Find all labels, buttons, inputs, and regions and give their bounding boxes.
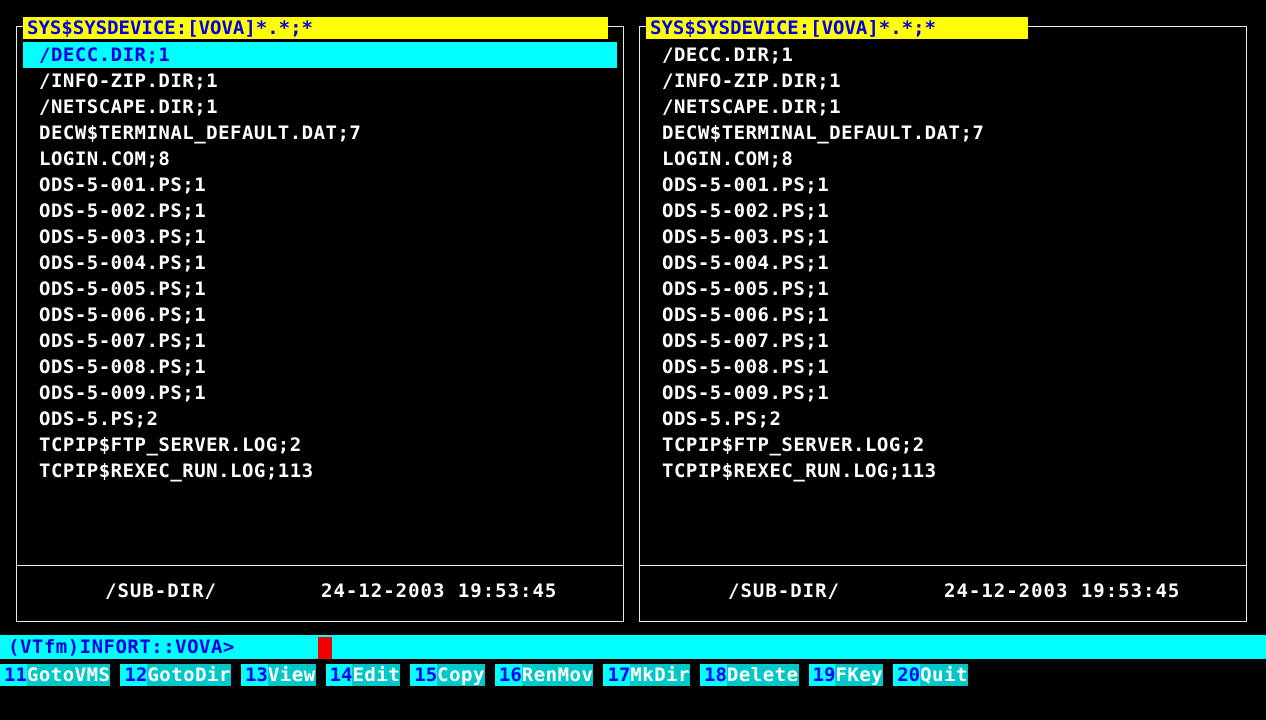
fkey-label: RenMov: [521, 664, 594, 686]
file-item[interactable]: ODS-5-002.PS;1: [646, 198, 1240, 224]
left-panel-path-title: SYS$SYSDEVICE:[VOVA]*.*;*: [23, 17, 608, 39]
file-item[interactable]: ODS-5-001.PS;1: [646, 172, 1240, 198]
text-cursor: [318, 637, 332, 659]
fkey-label: Copy: [437, 664, 485, 686]
file-item[interactable]: ODS-5-008.PS;1: [23, 354, 617, 380]
fkey-view-button[interactable]: 13 View: [240, 664, 316, 686]
fkey-fkey-button[interactable]: 19 FKey: [808, 664, 884, 686]
fkey-number: 15: [410, 664, 438, 686]
file-item[interactable]: ODS-5.PS;2: [646, 406, 1240, 432]
left-panel-status-bar: /SUB-DIR/ 24-12-2003 19:53:45: [17, 565, 623, 621]
fkey-number: 19: [808, 664, 836, 686]
fkey-gotodir-button[interactable]: 12 GotoDir: [120, 664, 231, 686]
fkey-number: 20: [893, 664, 921, 686]
file-item[interactable]: ODS-5.PS;2: [23, 406, 617, 432]
file-item[interactable]: ODS-5-006.PS;1: [23, 302, 617, 328]
left-file-panel: SYS$SYSDEVICE:[VOVA]*.*;* /DECC.DIR;1 /I…: [16, 17, 624, 622]
file-item[interactable]: /INFO-ZIP.DIR;1: [646, 68, 1240, 94]
file-item[interactable]: ODS-5-002.PS;1: [23, 198, 617, 224]
file-item[interactable]: TCPIP$REXEC_RUN.LOG;113: [646, 458, 1240, 484]
left-file-list: /DECC.DIR;1 /INFO-ZIP.DIR;1 /NETSCAPE.DI…: [23, 42, 617, 484]
fkey-label: Delete: [726, 664, 799, 686]
file-item[interactable]: TCPIP$FTP_SERVER.LOG;2: [646, 432, 1240, 458]
fkey-label: GotoDir: [147, 664, 231, 686]
function-key-bar: 11 GotoVMS 12 GotoDir 13 View 14 Edit 15…: [0, 664, 1266, 686]
file-item[interactable]: ODS-5-004.PS;1: [23, 250, 617, 276]
fkey-gotovms-button[interactable]: 11 GotoVMS: [0, 664, 111, 686]
file-item[interactable]: DECW$TERMINAL_DEFAULT.DAT;7: [646, 120, 1240, 146]
file-item[interactable]: LOGIN.COM;8: [23, 146, 617, 172]
command-prompt: (VTfm)INFORT::VOVA>: [8, 636, 235, 658]
file-item[interactable]: ODS-5-007.PS;1: [23, 328, 617, 354]
file-item[interactable]: ODS-5-005.PS;1: [646, 276, 1240, 302]
fkey-label: View: [267, 664, 316, 686]
fkey-number: 13: [240, 664, 268, 686]
file-item[interactable]: ODS-5-004.PS;1: [646, 250, 1240, 276]
selected-file-datetime: 24-12-2003 19:53:45: [321, 580, 558, 602]
file-item[interactable]: TCPIP$FTP_SERVER.LOG;2: [23, 432, 617, 458]
file-item[interactable]: /NETSCAPE.DIR;1: [646, 94, 1240, 120]
file-item[interactable]: ODS-5-003.PS;1: [646, 224, 1240, 250]
fkey-edit-button[interactable]: 14 Edit: [325, 664, 401, 686]
fkey-number: 11: [0, 664, 27, 686]
file-item[interactable]: ODS-5-009.PS;1: [23, 380, 617, 406]
fkey-number: 17: [603, 664, 631, 686]
fkey-label: Edit: [352, 664, 401, 686]
command-prompt-line[interactable]: (VTfm)INFORT::VOVA>: [0, 635, 1266, 659]
file-item[interactable]: /DECC.DIR;1: [23, 42, 617, 68]
fkey-number: 16: [494, 664, 522, 686]
fkey-mkdir-button[interactable]: 17 MkDir: [603, 664, 691, 686]
right-file-list: /DECC.DIR;1 /INFO-ZIP.DIR;1 /NETSCAPE.DI…: [646, 42, 1240, 484]
fkey-quit-button[interactable]: 20 Quit: [893, 664, 968, 686]
file-item[interactable]: /INFO-ZIP.DIR;1: [23, 68, 617, 94]
fkey-label: FKey: [835, 664, 884, 686]
fkey-label: Quit: [920, 664, 968, 686]
file-item[interactable]: ODS-5-003.PS;1: [23, 224, 617, 250]
file-item[interactable]: /NETSCAPE.DIR;1: [23, 94, 617, 120]
file-item[interactable]: /DECC.DIR;1: [646, 42, 1240, 68]
file-item[interactable]: ODS-5-005.PS;1: [23, 276, 617, 302]
right-panel-path-title: SYS$SYSDEVICE:[VOVA]*.*;*: [646, 17, 1028, 39]
fkey-label: GotoVMS: [26, 664, 111, 686]
selected-file-type: /SUB-DIR/: [105, 580, 217, 602]
fkey-number: 18: [700, 664, 727, 686]
file-item[interactable]: ODS-5-006.PS;1: [646, 302, 1240, 328]
file-item[interactable]: ODS-5-007.PS;1: [646, 328, 1240, 354]
fkey-delete-button[interactable]: 18 Delete: [700, 664, 799, 686]
selected-file-type: /SUB-DIR/: [728, 580, 840, 602]
file-item[interactable]: ODS-5-009.PS;1: [646, 380, 1240, 406]
selected-file-datetime: 24-12-2003 19:53:45: [944, 580, 1181, 602]
fkey-label: MkDir: [630, 664, 691, 686]
fkey-copy-button[interactable]: 15 Copy: [410, 664, 485, 686]
fkey-renmov-button[interactable]: 16 RenMov: [494, 664, 594, 686]
file-item[interactable]: DECW$TERMINAL_DEFAULT.DAT;7: [23, 120, 617, 146]
fkey-number: 12: [120, 664, 148, 686]
file-item[interactable]: ODS-5-001.PS;1: [23, 172, 617, 198]
file-item[interactable]: LOGIN.COM;8: [646, 146, 1240, 172]
fkey-number: 14: [325, 664, 353, 686]
file-item[interactable]: ODS-5-008.PS;1: [646, 354, 1240, 380]
right-file-panel: SYS$SYSDEVICE:[VOVA]*.*;* /DECC.DIR;1 /I…: [639, 17, 1247, 622]
file-item[interactable]: TCPIP$REXEC_RUN.LOG;113: [23, 458, 617, 484]
right-panel-status-bar: /SUB-DIR/ 24-12-2003 19:53:45: [640, 565, 1246, 621]
